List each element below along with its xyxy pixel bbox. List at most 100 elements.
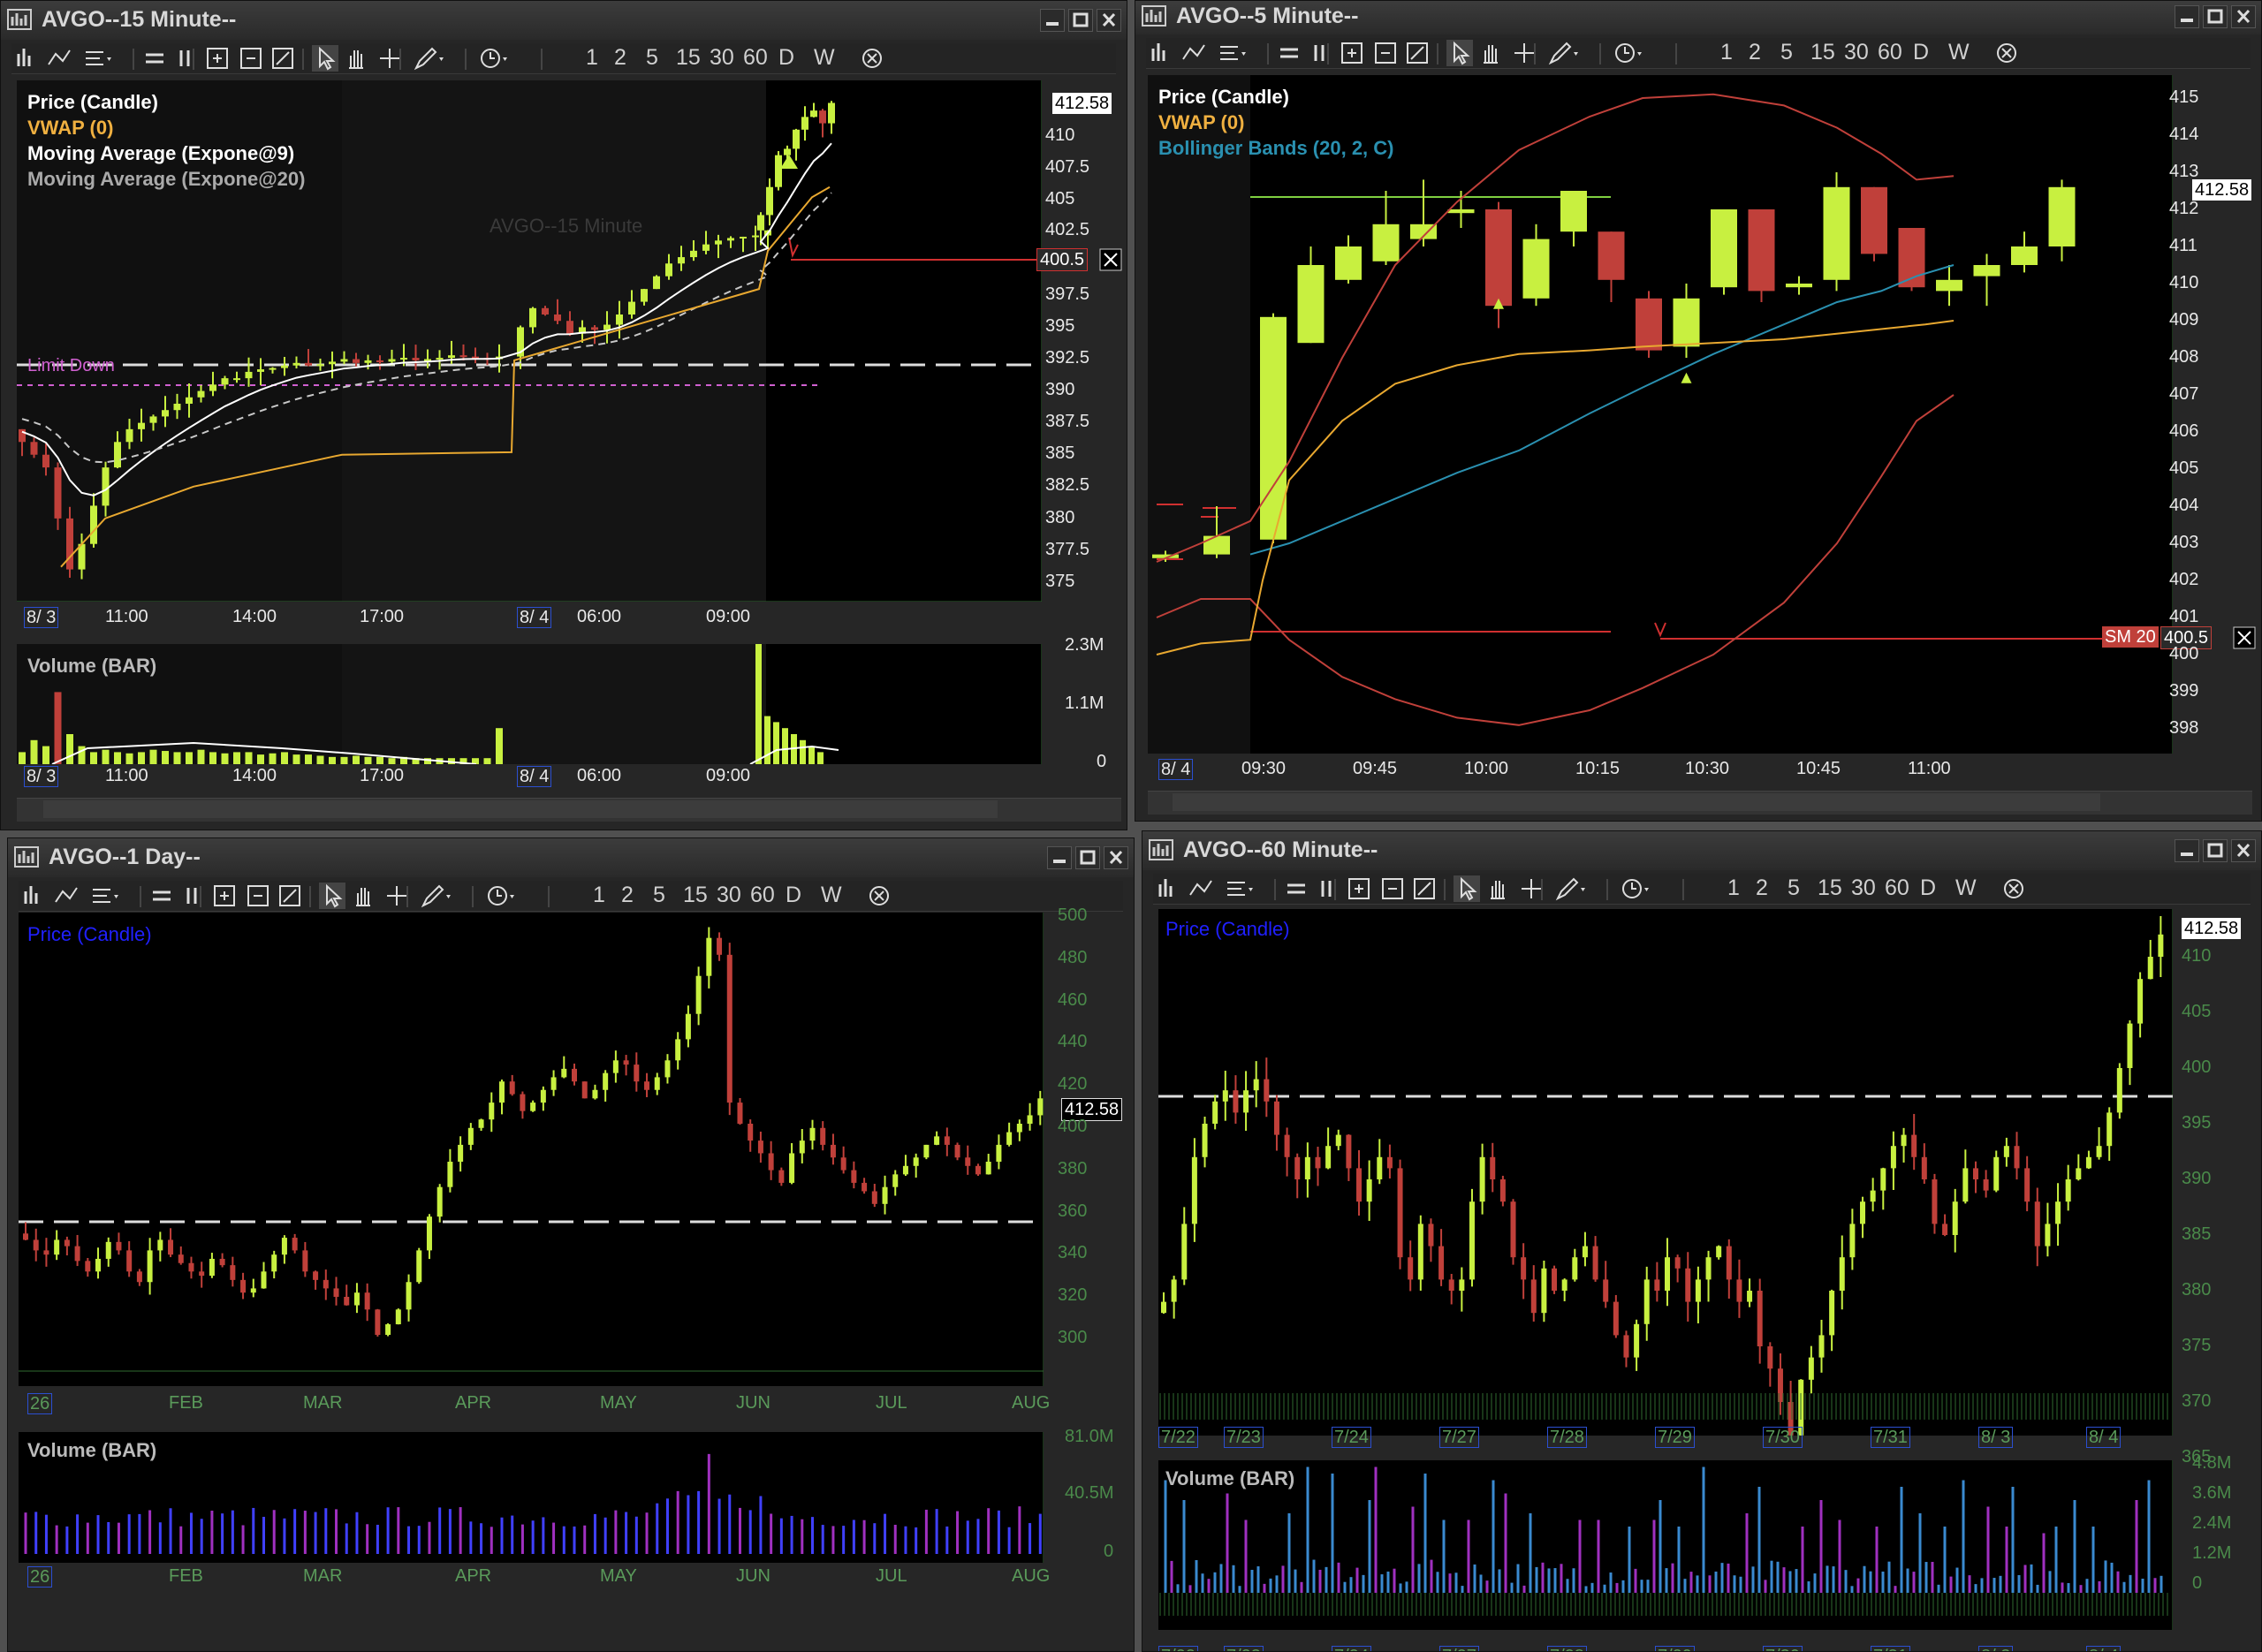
alert-price-tag[interactable]: 400.5 bbox=[1036, 248, 1089, 271]
window-5-minute[interactable]: AVGO--5 Minute-- 1 2 5 15 30 60 D W Price (Cand… bbox=[1135, 0, 2262, 822]
interval-button-60[interactable]: 60 bbox=[743, 45, 768, 71]
interval-button-5[interactable]: 5 bbox=[1780, 40, 1793, 65]
interval-button-15[interactable]: 15 bbox=[1818, 875, 1842, 901]
interval-button-5[interactable]: 5 bbox=[1788, 875, 1800, 901]
horizontal-scrollbar[interactable] bbox=[17, 798, 1121, 822]
cancel-icon[interactable] bbox=[867, 881, 893, 911]
zoom-in-icon[interactable] bbox=[207, 48, 228, 69]
interval-button-2[interactable]: 2 bbox=[621, 883, 634, 908]
equal-bars-icon[interactable] bbox=[1280, 48, 1298, 58]
titlebar[interactable]: AVGO--5 Minute-- bbox=[1135, 1, 2261, 34]
indicators-icon[interactable] bbox=[93, 889, 118, 903]
maximize-button[interactable] bbox=[2203, 5, 2228, 28]
price-pane[interactable]: Price (Candle) bbox=[1158, 909, 2174, 1452]
toolbar-icons[interactable] bbox=[1153, 874, 1719, 904]
pointer-icon[interactable] bbox=[312, 45, 338, 72]
interval-button-60[interactable]: 60 bbox=[750, 883, 775, 908]
window-15-minute[interactable]: AVGO--15 Minute-- 1 2 5 15 30 60 D W Price (Can… bbox=[0, 0, 1127, 830]
interval-button-15[interactable]: 15 bbox=[1810, 40, 1835, 65]
pointer-icon[interactable] bbox=[319, 883, 345, 909]
price-pane[interactable]: Price (Candle) bbox=[19, 913, 1044, 1386]
alert-label[interactable]: SM 20 bbox=[2102, 626, 2159, 648]
bar-chart-icon[interactable] bbox=[17, 49, 31, 66]
indicators-icon[interactable] bbox=[1227, 882, 1253, 896]
interval-button-W[interactable]: W bbox=[1948, 40, 1970, 65]
cancel-icon[interactable] bbox=[860, 43, 886, 73]
interval-button-1[interactable]: 1 bbox=[593, 883, 605, 908]
pointer-icon[interactable] bbox=[1446, 40, 1473, 66]
toolbar-icons[interactable] bbox=[19, 881, 584, 911]
hand-icon[interactable] bbox=[356, 888, 370, 906]
pointer-icon[interactable] bbox=[1454, 875, 1480, 902]
bar-chart-icon[interactable] bbox=[24, 886, 38, 904]
minimize-button[interactable] bbox=[2175, 5, 2199, 28]
maximize-button[interactable] bbox=[1068, 9, 1093, 32]
zoom-out-icon[interactable] bbox=[240, 48, 262, 69]
interval-button-2[interactable]: 2 bbox=[614, 45, 626, 71]
interval-button-2[interactable]: 2 bbox=[1756, 875, 1768, 901]
minimize-button[interactable] bbox=[1047, 846, 1072, 869]
line-chart-icon[interactable] bbox=[1182, 44, 1205, 60]
minimize-button[interactable] bbox=[1040, 9, 1065, 32]
price-chart-60min[interactable] bbox=[1158, 909, 2174, 1452]
interval-button-5[interactable]: 5 bbox=[653, 883, 665, 908]
hand-icon[interactable] bbox=[349, 50, 363, 69]
interval-button-1[interactable]: 1 bbox=[1720, 40, 1733, 65]
line-chart-icon[interactable] bbox=[55, 887, 78, 903]
clock-icon[interactable] bbox=[488, 886, 514, 906]
zoom-out-icon[interactable] bbox=[1382, 878, 1403, 899]
interval-button-60[interactable]: 60 bbox=[1878, 40, 1902, 65]
minimize-button[interactable] bbox=[2175, 839, 2199, 862]
interval-button-W[interactable]: W bbox=[821, 883, 842, 908]
pause-icon[interactable] bbox=[1314, 45, 1325, 61]
volume-pane[interactable]: Volume (BAR) bbox=[17, 644, 1043, 765]
interval-button-5[interactable]: 5 bbox=[646, 45, 658, 71]
interval-button-30[interactable]: 30 bbox=[1844, 40, 1869, 65]
window-60-minute[interactable]: AVGO--60 Minute-- 1 2 5 15 30 60 D W Price (Can… bbox=[1142, 830, 2262, 1652]
volume-pane[interactable]: Volume (BAR) bbox=[1158, 1460, 2174, 1630]
fit-icon[interactable] bbox=[1407, 42, 1428, 64]
interval-button-W[interactable]: W bbox=[1955, 875, 1977, 901]
toolbar-icons[interactable] bbox=[11, 43, 577, 73]
crosshair-icon[interactable] bbox=[387, 886, 406, 906]
window-1-day[interactable]: AVGO--1 Day-- 1 2 5 15 30 60 D W Price (Candle)… bbox=[7, 837, 1135, 1652]
interval-button-D[interactable]: D bbox=[1920, 875, 1936, 901]
close-button[interactable] bbox=[2231, 5, 2256, 28]
pen-icon[interactable] bbox=[1555, 877, 1585, 901]
equal-bars-icon[interactable] bbox=[153, 890, 171, 901]
price-chart-daily[interactable] bbox=[19, 913, 1044, 1386]
price-pane[interactable]: Price (Candle) VWAP (0) Moving Average (… bbox=[17, 80, 1043, 602]
volume-pane[interactable]: Volume (BAR) bbox=[19, 1432, 1044, 1563]
close-button[interactable] bbox=[2231, 839, 2256, 862]
titlebar[interactable]: AVGO--60 Minute-- bbox=[1142, 831, 2261, 870]
pause-icon[interactable] bbox=[1321, 881, 1332, 897]
pen-icon[interactable] bbox=[1548, 42, 1578, 65]
interval-button-30[interactable]: 30 bbox=[717, 883, 741, 908]
titlebar[interactable]: AVGO--15 Minute-- bbox=[1, 1, 1127, 40]
cancel-icon[interactable] bbox=[2001, 874, 2028, 904]
maximize-button[interactable] bbox=[2203, 839, 2228, 862]
crosshair-icon[interactable] bbox=[1514, 43, 1534, 63]
interval-button-2[interactable]: 2 bbox=[1749, 40, 1761, 65]
close-button[interactable] bbox=[1097, 9, 1121, 32]
line-chart-icon[interactable] bbox=[48, 49, 71, 65]
volume-chart-60min[interactable] bbox=[1158, 1460, 2174, 1630]
volume-chart-15min[interactable] bbox=[17, 644, 1043, 765]
remove-alert-icon[interactable] bbox=[2233, 626, 2256, 649]
price-chart-5min[interactable] bbox=[1148, 75, 2174, 754]
bar-chart-icon[interactable] bbox=[1158, 879, 1173, 897]
fit-icon[interactable] bbox=[1414, 878, 1435, 899]
crosshair-icon[interactable] bbox=[380, 49, 399, 68]
indicators-icon[interactable] bbox=[1220, 46, 1246, 60]
equal-bars-icon[interactable] bbox=[1287, 883, 1305, 894]
pause-icon[interactable] bbox=[179, 50, 190, 66]
interval-button-15[interactable]: 15 bbox=[676, 45, 701, 71]
hand-icon[interactable] bbox=[1484, 45, 1498, 64]
indicators-icon[interactable] bbox=[86, 51, 111, 65]
clock-icon[interactable] bbox=[1615, 43, 1642, 63]
pause-icon[interactable] bbox=[186, 888, 197, 904]
interval-button-D[interactable]: D bbox=[778, 45, 794, 71]
interval-button-60[interactable]: 60 bbox=[1885, 875, 1909, 901]
line-chart-icon[interactable] bbox=[1189, 880, 1212, 896]
titlebar[interactable]: AVGO--1 Day-- bbox=[8, 838, 1134, 877]
